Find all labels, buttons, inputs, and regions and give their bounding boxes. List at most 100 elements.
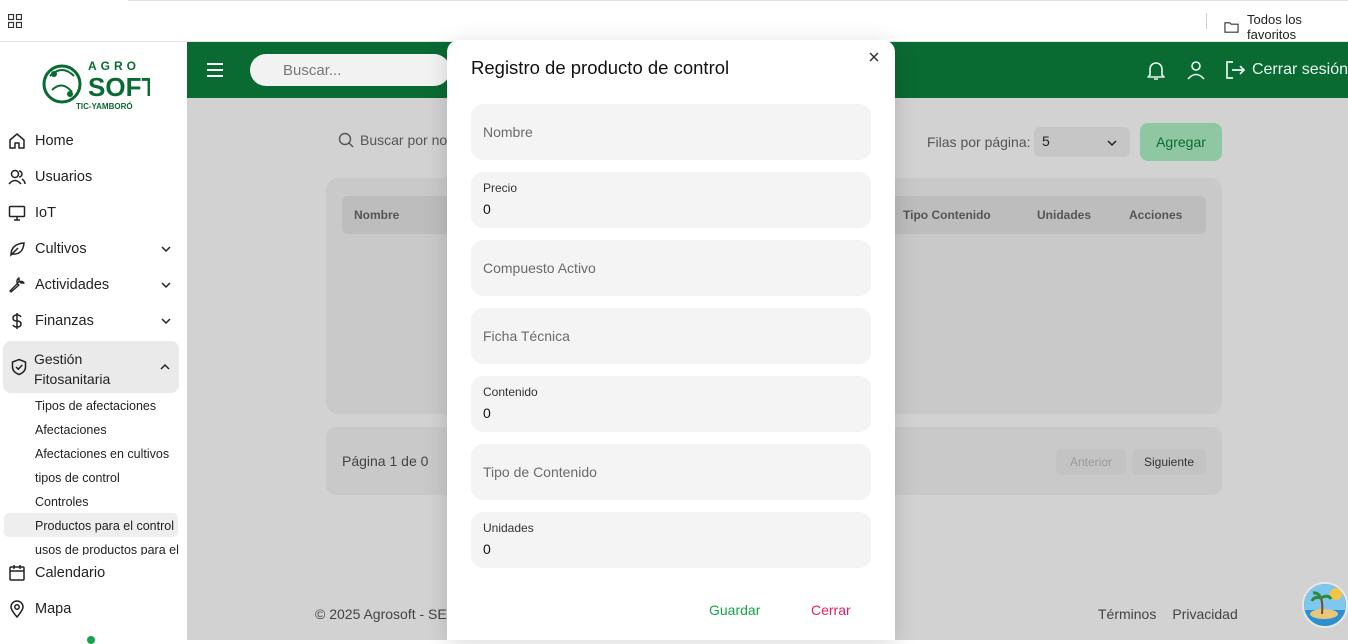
sidebar-item-label: Gestión Fitosanitaria — [34, 351, 111, 387]
ficha-tecnica-field[interactable]: Ficha Técnica — [471, 308, 871, 364]
logout-icon — [1226, 61, 1246, 79]
contenido-value: 0 — [483, 405, 491, 421]
sidebar-item-actividades[interactable]: Actividades — [8, 271, 180, 299]
sidebar-item-label: Actividades — [35, 277, 110, 293]
search-icon — [338, 132, 354, 148]
precio-field[interactable]: Precio 0 — [471, 172, 871, 228]
modal-title: Registro de producto de control — [471, 57, 730, 78]
status-dot — [87, 636, 95, 644]
topbar-search-input[interactable]: Buscar... — [250, 54, 450, 86]
topbar-actions: Cerrar sesión — [1128, 58, 1348, 82]
privacy-link[interactable]: Privacidad — [1172, 606, 1237, 622]
sidebar-item-label: IoT — [35, 205, 56, 221]
contenido-label: Contenido — [483, 385, 538, 399]
favorites-label: Todos los favoritos — [1247, 12, 1302, 42]
unidades-value: 0 — [483, 541, 491, 557]
map-pin-icon — [10, 600, 24, 618]
monitor-icon — [8, 205, 26, 221]
cancel-button[interactable]: Cerrar — [811, 602, 851, 618]
footer-copyright: © 2025 Agrosoft - SENA — [315, 606, 467, 622]
footer-links: Términos Privacidad — [1098, 606, 1238, 622]
wrench-icon — [9, 277, 25, 293]
sidebar-item-label: Finanzas — [35, 313, 94, 329]
sidebar: AGRO SOFT TIC-YAMBORÓ Home Usuarios IoT … — [0, 42, 187, 644]
column-header[interactable]: Tipo Contenido — [903, 208, 991, 222]
column-header[interactable]: Nombre — [354, 208, 399, 222]
column-header[interactable]: Unidades — [1037, 208, 1091, 222]
sidebar-item-mapa[interactable]: Mapa — [8, 595, 180, 623]
unidades-field[interactable]: Unidades 0 — [471, 512, 871, 568]
shield-check-icon — [11, 358, 27, 376]
sidebar-item-label: Calendario — [35, 565, 106, 581]
sidebar-item-label: Home — [35, 133, 74, 149]
next-page-button[interactable]: Siguiente — [1132, 449, 1206, 475]
sidebar-item-finanzas[interactable]: Finanzas — [8, 307, 180, 335]
sidebar-item-gestion-fitosanitaria[interactable]: Gestión Fitosanitaria — [3, 341, 179, 393]
pagination-info: Página 1 de 0 — [342, 453, 429, 469]
rows-per-page-select[interactable]: 5 — [1034, 127, 1130, 157]
rows-per-page-label: Filas por página: — [927, 134, 1031, 150]
dollar-icon — [12, 313, 22, 329]
sub-item-tipos-control[interactable]: tipos de control — [35, 471, 120, 485]
island-avatar-icon — [1304, 584, 1346, 626]
chevron-down-icon — [161, 246, 171, 253]
sub-item-productos-control[interactable]: Productos para el control — [35, 519, 174, 533]
logout-button[interactable]: Cerrar sesión — [1224, 59, 1348, 81]
sidebar-item-label: Mapa — [35, 601, 72, 617]
sub-item-controles[interactable]: Controles — [35, 495, 89, 509]
column-header: Acciones — [1129, 208, 1183, 222]
sidebar-item-iot[interactable]: IoT — [8, 199, 180, 227]
sidebar-item-label: Cultivos — [35, 241, 87, 257]
close-icon[interactable] — [867, 50, 881, 64]
logout-label: Cerrar sesión — [1251, 61, 1348, 78]
leaf-icon — [10, 242, 25, 257]
menu-icon[interactable] — [206, 61, 224, 79]
precio-label: Precio — [483, 181, 518, 195]
tipo-contenido-placeholder: Tipo de Contenido — [483, 464, 597, 480]
sidebar-item-cultivos[interactable]: Cultivos — [8, 235, 180, 263]
chevron-down-icon — [161, 282, 171, 289]
save-button[interactable]: Guardar — [709, 602, 760, 618]
sub-item-tipos-afectaciones[interactable]: Tipos de afectaciones — [35, 399, 156, 413]
rows-per-page-value: 5 — [1042, 133, 1050, 149]
apps-grid-icon[interactable] — [8, 14, 22, 28]
home-icon — [9, 133, 25, 149]
chevron-down-icon — [161, 318, 171, 325]
nombre-placeholder: Nombre — [483, 124, 533, 140]
sidebar-item-calendario[interactable]: Calendario — [8, 559, 180, 587]
nombre-field[interactable]: Nombre — [471, 104, 871, 160]
folder-icon — [1224, 22, 1239, 33]
unidades-label: Unidades — [483, 521, 534, 535]
users-icon — [8, 169, 26, 185]
sub-item-usos-productos[interactable]: usos de productos para el — [35, 543, 179, 555]
svg-text:AGRO: AGRO — [88, 59, 140, 73]
favbar-separator — [1206, 13, 1207, 29]
sub-item-afectaciones[interactable]: Afectaciones — [35, 423, 107, 437]
assistant-fab-button[interactable] — [1302, 582, 1348, 628]
prev-page-button[interactable]: Anterior — [1056, 449, 1126, 475]
contenido-field[interactable]: Contenido 0 — [471, 376, 871, 432]
svg-text:SOFT: SOFT — [88, 72, 150, 102]
agrosoft-logo: AGRO SOFT TIC-YAMBORÓ — [42, 59, 150, 111]
bell-icon[interactable] — [1144, 58, 1168, 82]
user-icon[interactable] — [1184, 58, 1208, 82]
add-button[interactable]: Agregar — [1140, 123, 1222, 161]
terms-link[interactable]: Términos — [1098, 606, 1156, 622]
all-favorites-folder[interactable]: Todos los favoritos — [1224, 12, 1348, 42]
sub-item-afectaciones-cultivos[interactable]: Afectaciones en cultivos — [35, 447, 169, 461]
svg-text:TIC-YAMBORÓ: TIC-YAMBORÓ — [76, 102, 133, 111]
compuesto-placeholder: Compuesto Activo — [483, 260, 596, 276]
precio-value: 0 — [483, 201, 491, 217]
favbar-top-line — [128, 0, 1348, 1]
sidebar-item-home[interactable]: Home — [8, 127, 180, 155]
product-control-modal: Registro de producto de control Nombre P… — [447, 40, 895, 640]
tipo-contenido-field[interactable]: Tipo de Contenido — [471, 444, 871, 500]
compuesto-activo-field[interactable]: Compuesto Activo — [471, 240, 871, 296]
ficha-placeholder: Ficha Técnica — [483, 328, 570, 344]
sidebar-item-usuarios[interactable]: Usuarios — [8, 163, 180, 191]
chevron-up-icon — [160, 363, 170, 370]
calendar-icon — [9, 565, 25, 581]
chevron-down-icon — [1107, 140, 1117, 147]
browser-favorites-bar: Todos los favoritos — [0, 0, 1348, 42]
sidebar-item-label: Usuarios — [35, 169, 93, 185]
